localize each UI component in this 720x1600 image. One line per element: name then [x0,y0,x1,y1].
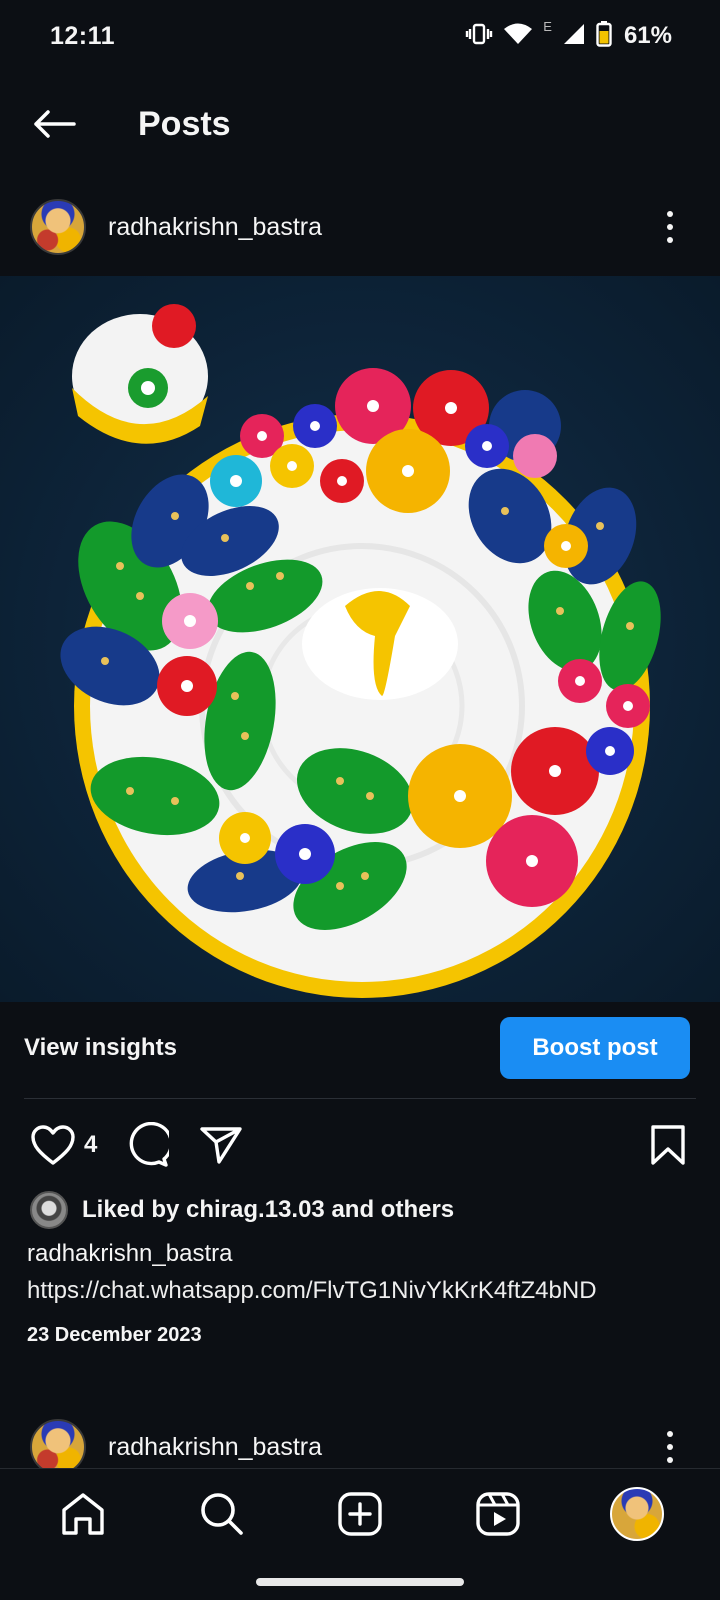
liked-by-suffix[interactable]: and others [331,1196,454,1223]
post-image[interactable] [0,276,720,1002]
gesture-bar[interactable] [256,1578,464,1586]
heart-icon [31,1125,75,1165]
comment-button[interactable] [123,1122,170,1168]
vibrate-icon [465,23,493,50]
liked-by-text: Liked by chirag.13.03 and others [82,1196,454,1224]
home-icon [62,1492,104,1535]
post-header: radhakrishn_bastra [0,192,720,262]
dot-icon [667,211,673,217]
save-button[interactable] [650,1124,686,1166]
signal-icon [562,22,586,51]
nav-search[interactable] [182,1474,262,1554]
more-options-button[interactable] [660,207,680,247]
back-button[interactable] [24,94,84,154]
reels-icon [476,1491,521,1536]
insights-row: View insights Boost post [0,1016,720,1080]
network-label: E [543,18,552,34]
nav-profile[interactable] [597,1474,677,1554]
search-icon [200,1492,243,1535]
battery-percent: 61% [623,22,672,49]
nav-home[interactable] [43,1474,123,1554]
caption-username[interactable]: radhakrishn_bastra [27,1240,232,1268]
dot-icon [667,224,673,230]
dot-icon [667,237,673,243]
nav-reels[interactable] [458,1474,538,1554]
battery-icon [596,20,612,52]
avatar[interactable] [30,199,86,255]
page-title: Posts [138,104,231,143]
view-insights-link[interactable]: View insights [24,1034,177,1062]
share-button[interactable] [199,1125,243,1165]
more-options-button[interactable] [660,1427,680,1467]
header: Posts [0,84,720,164]
status-bar: 12:11 E 61% [0,0,720,72]
liked-by-prefix: Liked by [82,1196,180,1223]
next-post-username[interactable]: radhakrishn_bastra [108,1433,322,1462]
comment-icon [129,1122,170,1167]
crochet-dress-illustration [60,304,661,998]
divider [24,1098,696,1099]
avatar[interactable] [30,1419,86,1475]
nav-create[interactable] [320,1474,400,1554]
post-username[interactable]: radhakrishn_bastra [108,213,322,242]
like-button[interactable]: 4 [30,1124,97,1166]
bookmark-icon [651,1125,685,1165]
post-date: 23 December 2023 [27,1324,202,1346]
bottom-nav [0,1468,720,1558]
boost-post-button[interactable]: Boost post [500,1017,690,1079]
like-count: 4 [84,1131,98,1158]
status-icons: E 61% [465,18,672,52]
dot-icon [667,1431,673,1437]
liked-by-row[interactable]: Liked by chirag.13.03 and others [30,1190,454,1230]
arrow-left-icon [34,110,76,138]
post-actions: 4 [0,1120,720,1170]
send-icon [200,1127,243,1164]
dot-icon [667,1457,673,1463]
wifi-icon [503,23,533,50]
liked-by-user[interactable]: chirag.13.03 [186,1196,325,1223]
profile-avatar [609,1486,664,1541]
caption-link[interactable]: https://chat.whatsapp.com/FlvTG1NivYkKrK… [27,1277,597,1305]
liker-avatar [30,1191,68,1229]
status-time: 12:11 [50,21,116,50]
create-icon [338,1491,382,1536]
dot-icon [667,1444,673,1450]
